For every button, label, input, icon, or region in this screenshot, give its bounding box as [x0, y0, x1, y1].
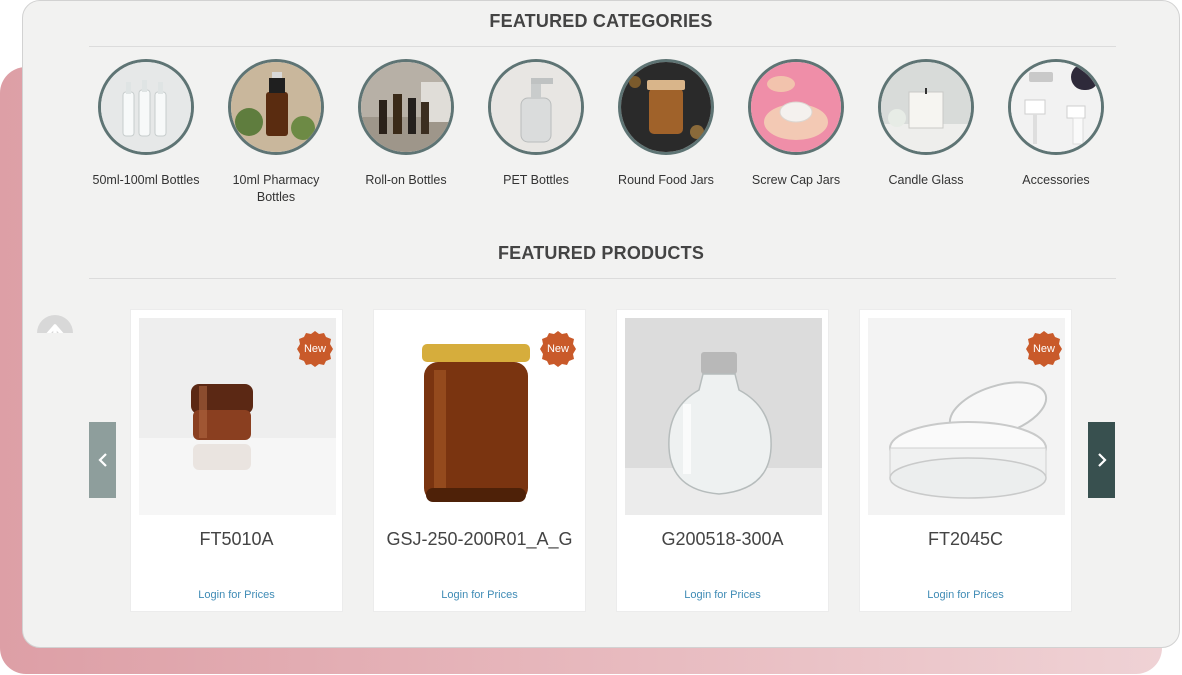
candle-glass-image — [878, 59, 974, 155]
new-badge: New — [1025, 330, 1063, 368]
category-screw-cap-jars[interactable]: Screw Cap Jars — [736, 59, 856, 189]
product-sku[interactable]: FT5010A — [131, 529, 342, 550]
category-candle-glass[interactable]: Candle Glass — [866, 59, 986, 189]
content-panel: FEATURED CATEGORIES 50ml-100ml Bottles 1… — [22, 0, 1180, 648]
category-label: Candle Glass — [888, 173, 964, 187]
login-for-prices-link[interactable]: Login for Prices — [860, 589, 1071, 601]
new-badge: New — [539, 330, 577, 368]
product-card-ft2045c[interactable]: New FT2045C Login for Prices — [859, 309, 1072, 612]
categories-divider — [89, 46, 1116, 47]
pump-caps-image — [1008, 59, 1104, 155]
login-for-prices-link[interactable]: Login for Prices — [374, 589, 585, 601]
product-sku[interactable]: G200518-300A — [617, 529, 828, 550]
category-label: Accessories — [1022, 173, 1090, 187]
category-10ml-pharmacy-bottles[interactable]: 10ml Pharmacy Bottles — [216, 59, 336, 206]
product-card-ft5010a[interactable]: New FT5010A Login for Prices — [130, 309, 343, 612]
chevron-right-icon — [1097, 453, 1107, 467]
product-sku[interactable]: FT2045C — [860, 529, 1071, 550]
category-label: PET Bottles — [503, 173, 569, 187]
login-for-prices-link[interactable]: Login for Prices — [131, 589, 342, 601]
carousel-prev-button[interactable] — [89, 422, 116, 498]
category-label: 50ml-100ml Bottles — [92, 173, 200, 187]
category-50ml-100ml-bottles[interactable]: 50ml-100ml Bottles — [86, 59, 206, 189]
products-divider — [89, 278, 1116, 279]
category-label: Roll-on Bottles — [365, 173, 447, 187]
scroll-to-top-button[interactable] — [37, 315, 73, 333]
category-label: 10ml Pharmacy Bottles — [232, 173, 320, 204]
food-jar-image — [618, 59, 714, 155]
pump-bottle-image — [488, 59, 584, 155]
category-accessories[interactable]: Accessories — [996, 59, 1116, 189]
cream-jar-image — [748, 59, 844, 155]
product-card-gsj-250[interactable]: New GSJ-250-200R01_A_G Login for Prices — [373, 309, 586, 612]
arrow-up-icon — [46, 324, 64, 333]
category-label: Screw Cap Jars — [751, 173, 841, 187]
category-label: Round Food Jars — [618, 173, 714, 187]
product-image[interactable] — [625, 318, 822, 515]
login-for-prices-link[interactable]: Login for Prices — [617, 589, 828, 601]
amber-pharmacy-bottle-image — [228, 59, 324, 155]
roll-on-bottles-image — [358, 59, 454, 155]
category-roll-on-bottles[interactable]: Roll-on Bottles — [346, 59, 466, 189]
category-round-food-jars[interactable]: Round Food Jars — [606, 59, 726, 189]
featured-products-heading: FEATURED PRODUCTS — [497, 243, 705, 263]
chevron-left-icon — [97, 453, 107, 467]
glass-bottles-image — [98, 59, 194, 155]
product-sku[interactable]: GSJ-250-200R01_A_G — [374, 529, 585, 550]
category-pet-bottles[interactable]: PET Bottles — [476, 59, 596, 189]
new-badge: New — [296, 330, 334, 368]
product-card-g200518-300a[interactable]: G200518-300A Login for Prices — [616, 309, 829, 612]
carousel-next-button[interactable] — [1088, 422, 1115, 498]
featured-categories-heading: FEATURED CATEGORIES — [489, 11, 713, 31]
